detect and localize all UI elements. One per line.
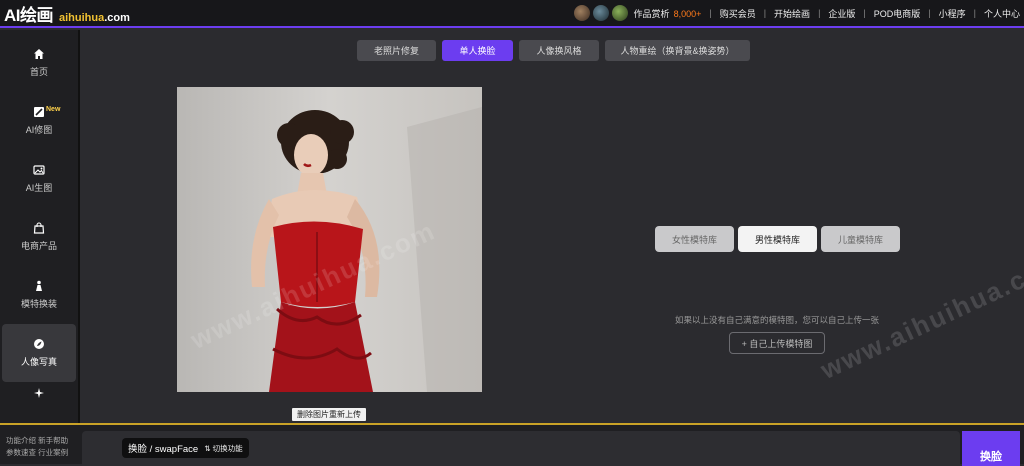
edit-image-icon xyxy=(34,107,44,117)
logo-domain: aihuihua.com xyxy=(59,11,130,24)
footer-links-row[interactable]: 参数速查 行业案例 xyxy=(6,447,68,459)
sparkle-icon xyxy=(34,388,44,398)
sidebar-item-portrait[interactable]: 人像写真 xyxy=(2,324,76,382)
nav-separator: | xyxy=(863,8,866,18)
tab-single-face-swap[interactable]: 单人换脸 xyxy=(442,40,513,61)
nav-enterprise[interactable]: 企业版 xyxy=(828,7,855,20)
sidebar: 首页 New AI修图 AI生图 电商产品 模特换装 人像写真 xyxy=(0,30,80,428)
footer-links-row[interactable]: 功能介绍 新手帮助 xyxy=(6,435,68,447)
tab-female-models[interactable]: 女性模特库 xyxy=(655,226,734,252)
nav-separator: | xyxy=(763,8,767,18)
upload-hint-text: 如果以上没有自己满意的模特图，您可以自己上传一张 xyxy=(675,315,880,325)
model-outfit-icon xyxy=(36,280,42,291)
upload-model-button[interactable]: + 自己上传模特图 xyxy=(729,332,825,354)
nav-pod[interactable]: POD电商版 xyxy=(874,7,921,20)
sidebar-item-ai-retouch[interactable]: New AI修图 xyxy=(0,92,78,150)
logo-text: AI绘画 xyxy=(4,5,54,25)
sidebar-item-ai-generate[interactable]: AI生图 xyxy=(0,150,78,208)
model-library-tabs: 女性模特库 男性模特库 儿童模特库 xyxy=(655,226,904,252)
tab-person-redraw[interactable]: 人物重绘（换背景&换姿势） xyxy=(605,40,750,61)
sidebar-item-label: 首页 xyxy=(29,67,48,77)
switch-function-button[interactable]: ⇅ 切换功能 xyxy=(204,443,242,454)
tab-child-models[interactable]: 儿童模特库 xyxy=(821,226,900,252)
nav-separator: | xyxy=(818,8,821,18)
sidebar-item-label: AI生图 xyxy=(25,183,53,193)
nav-buy-membership[interactable]: 购买会员 xyxy=(720,7,756,20)
showcase-thumbnails xyxy=(571,5,628,21)
tab-male-models[interactable]: 男性模特库 xyxy=(738,226,817,252)
tab-old-photo-restore[interactable]: 老照片修复 xyxy=(357,40,436,61)
sidebar-item-label: 电商产品 xyxy=(20,241,57,251)
image-generate-icon xyxy=(33,165,45,175)
top-bar: AI绘画 aihuihua.com 作品赏析 8,000+ | 购买会员 | 开始… xyxy=(0,0,1024,28)
thumbnail-avatar[interactable] xyxy=(592,5,609,21)
swap-face-button[interactable]: 换脸 xyxy=(962,431,1020,466)
nav-works[interactable]: 作品赏析 8,000+ xyxy=(634,7,702,20)
nav-separator: | xyxy=(973,8,976,18)
remove-reupload-button[interactable]: 删除图片重新上传 xyxy=(292,408,366,421)
mode-switcher[interactable]: 换脸 / swapFace ⇅ 切换功能 xyxy=(122,438,249,458)
function-tabs: 老照片修复 单人换脸 人像换风格 人物重绘（换背景&换姿势） xyxy=(357,40,756,61)
sidebar-item-model-outfit[interactable]: 模特换装 xyxy=(0,266,78,324)
sidebar-item-more[interactable] xyxy=(0,382,78,404)
portrait-icon xyxy=(34,339,44,349)
mode-label: 换脸 / swapFace xyxy=(128,444,199,455)
site-logo[interactable]: AI绘画 aihuihua.com xyxy=(4,1,130,26)
sidebar-item-label: 模特换装 xyxy=(20,299,57,309)
top-nav: 作品赏析 8,000+ | 购买会员 | 开始绘画 | 企业版 | POD电商版 … xyxy=(571,5,1024,21)
tab-portrait-style[interactable]: 人像换风格 xyxy=(519,40,599,61)
new-badge: New xyxy=(46,106,61,113)
thumbnail-avatar[interactable] xyxy=(611,5,628,21)
shopping-bag-icon xyxy=(33,222,45,234)
nav-account[interactable]: 个人中心 xyxy=(984,7,1020,20)
home-icon xyxy=(34,49,44,59)
nav-separator: | xyxy=(928,8,931,18)
nav-miniapp[interactable]: 小程序 xyxy=(939,7,966,20)
footer-links: 功能介绍 新手帮助 参数速查 行业案例 xyxy=(6,435,68,459)
nav-separator: | xyxy=(709,8,712,18)
sidebar-item-label: 人像写真 xyxy=(20,357,57,367)
sidebar-item-ecommerce[interactable]: 电商产品 xyxy=(0,208,78,266)
portrait-image xyxy=(177,87,482,392)
sidebar-item-home[interactable]: 首页 xyxy=(0,34,78,92)
sidebar-item-label: AI修图 xyxy=(25,125,53,135)
uploaded-photo xyxy=(177,87,482,392)
nav-start-drawing[interactable]: 开始绘画 xyxy=(774,7,810,20)
bottom-bar: 功能介绍 新手帮助 参数速查 行业案例 换脸 / swapFace ⇅ 切换功能… xyxy=(0,423,1024,466)
thumbnail-avatar[interactable] xyxy=(573,5,590,21)
works-count: 8,000+ xyxy=(673,8,702,19)
